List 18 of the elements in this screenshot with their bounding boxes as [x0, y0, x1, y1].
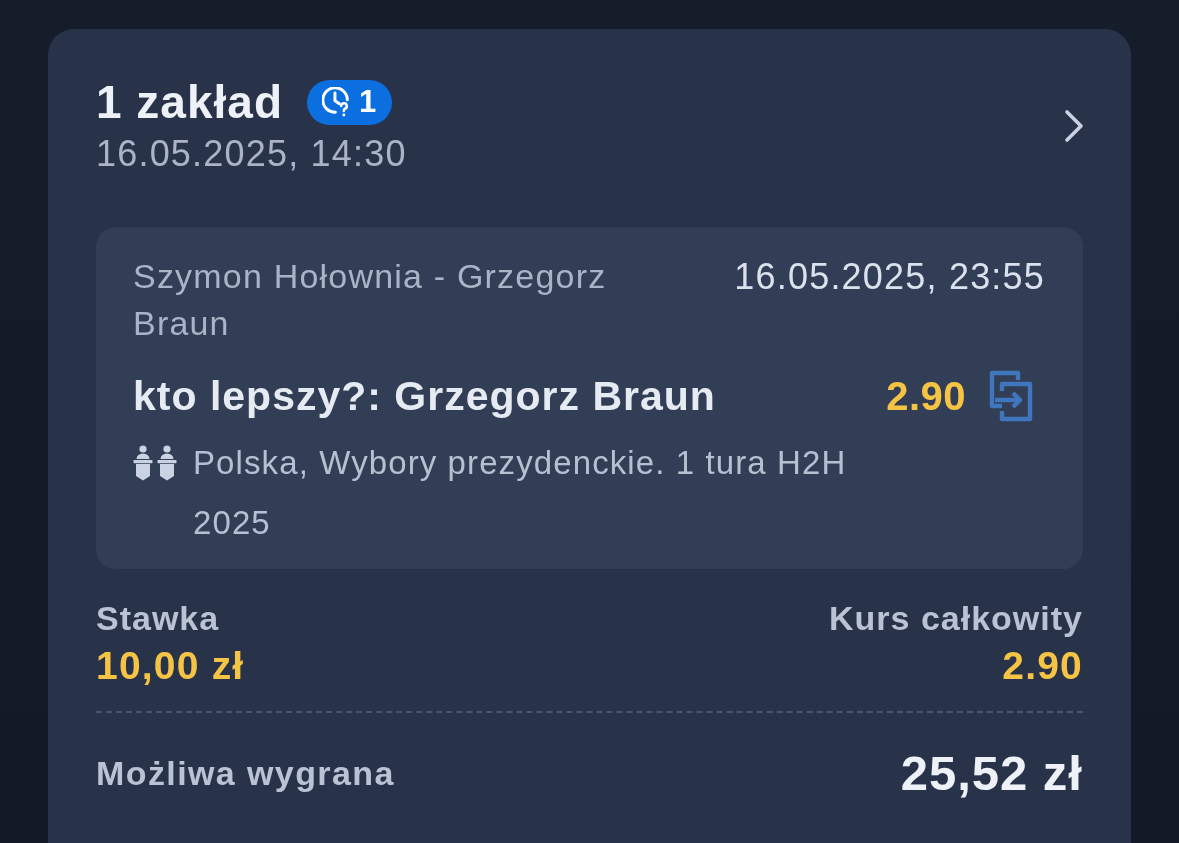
event-category: Polska, Wybory prezydenckie. 1 tura H2H 2025 [193, 443, 848, 543]
bet-count-title: 1 zakład [96, 75, 283, 129]
bet-card[interactable] [48, 29, 1131, 843]
clock-question-icon [322, 87, 351, 117]
potential-win-label: Możliwa wygrana [96, 753, 395, 793]
selection-pick: kto lepszy?: Grzegorz Braun [133, 372, 716, 421]
chevron-right-icon[interactable] [1064, 109, 1084, 143]
speakers-at-podiums-icon [133, 445, 177, 481]
event-name: Szymon Hołownia - Grzegorz Braun [133, 256, 608, 344]
bet-date: 16.05.2025, 14:30 [96, 132, 407, 176]
total-odds-label: Kurs całkowity [829, 598, 1083, 639]
event-time: 16.05.2025, 23:55 [734, 255, 1045, 299]
potential-win-value: 25,52 zł [900, 745, 1083, 802]
selection-odds: 2.90 [886, 373, 966, 420]
stake-value: 10,00 zł [96, 643, 245, 689]
stake-label: Stawka [96, 598, 220, 639]
total-odds-value: 2.90 [1002, 643, 1083, 689]
badge-count: 1 [359, 85, 377, 119]
